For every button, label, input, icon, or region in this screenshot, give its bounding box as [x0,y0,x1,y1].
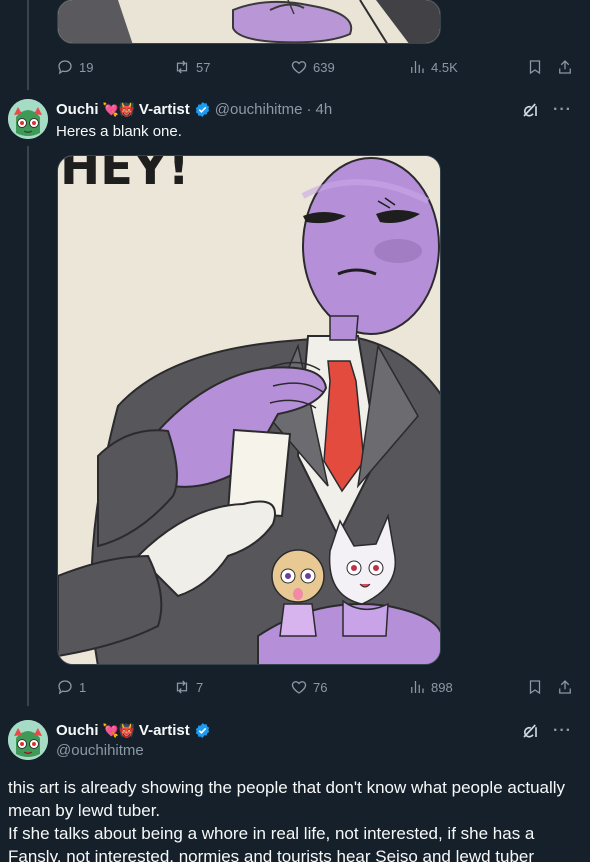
post2-top-actions: ··· [521,101,572,119]
post2-like-button[interactable]: 76 [290,678,327,696]
avatar-illustration [8,720,48,760]
views-icon [411,681,424,693]
post3-text-line-1: this art is already showing the people t… [8,778,566,820]
bookmark-icon [529,60,541,75]
post2-text: Heres a blank one. [56,123,182,140]
share-icon [559,60,571,74]
post2-like-count: 76 [313,679,328,695]
thread-line-middle [27,146,29,706]
post3-top-actions: ··· [521,722,572,740]
post1-reply-button[interactable]: 19 [56,58,93,76]
post1-media-image[interactable] [57,0,441,44]
post2-views-button[interactable]: 898 [408,678,453,696]
thread-line-top [27,0,29,90]
post1-repost-count: 57 [196,59,211,75]
post2-reply-count: 1 [79,679,87,695]
share-icon [559,680,571,694]
post3-text: this art is already showing the people t… [8,776,580,862]
grok-icon[interactable] [521,722,539,740]
post2-more-icon[interactable]: ··· [553,101,572,119]
post1-view-count: 4.5K [431,59,458,75]
post1-action-bar: 19 57 639 4.5K [56,58,576,80]
post1-reply-count: 19 [79,59,94,75]
reply-icon [58,680,72,695]
image-sign-text: HEY! [60,156,190,196]
post1-illustration [58,0,440,43]
post2-illustration: HEY! [58,156,440,664]
post2-repost-count: 7 [196,679,204,695]
post3-display-name[interactable]: Ouchi [56,722,99,739]
post2-bookmark-button[interactable] [526,678,544,696]
post3-handle[interactable]: @ouchihitme [56,742,144,759]
post2-name-suffix[interactable]: V-artist [139,101,190,118]
post3-text-line-2: If she talks about being a whore in real… [8,824,535,862]
post3-avatar[interactable] [8,720,48,760]
post1-bookmark-button[interactable] [526,58,544,76]
post2-media-image[interactable]: HEY! [57,155,441,665]
grok-icon[interactable] [521,101,539,119]
post2-avatar[interactable] [8,99,48,139]
post2-action-bar: 1 7 76 898 [56,678,576,700]
repost-icon [176,680,188,694]
post2-name-emoji: 💘👹 [102,102,135,117]
post1-views-button[interactable]: 4.5K [408,58,458,76]
post2-view-count: 898 [431,679,453,695]
post2-display-name[interactable]: Ouchi [56,101,99,118]
reply-icon [58,60,72,75]
post3-header: Ouchi 💘👹 V-artist [56,722,211,739]
post2-timestamp[interactable]: 4h [316,101,333,118]
post3-more-icon[interactable]: ··· [553,722,572,740]
post2-share-button[interactable] [556,678,574,696]
post1-repost-button[interactable]: 57 [173,58,210,76]
post2-separator: · [306,101,312,118]
bookmark-icon [529,680,541,695]
heart-icon [291,61,307,74]
avatar-illustration [8,99,48,139]
repost-icon [176,60,188,74]
verified-badge-icon [195,723,209,738]
post2-header: Ouchi 💘👹 V-artist @ouchihitme · 4h [56,101,332,118]
post1-like-count: 639 [313,59,335,75]
views-icon [411,61,424,73]
heart-icon [291,681,307,694]
post3-name-suffix[interactable]: V-artist [139,722,190,739]
post2-handle[interactable]: @ouchihitme [215,101,303,118]
post3-handle-row: @ouchihitme [56,742,144,759]
post3-name-emoji: 💘👹 [102,723,135,738]
post2-reply-button[interactable]: 1 [56,678,86,696]
post1-like-button[interactable]: 639 [290,58,335,76]
verified-badge-icon [195,102,209,117]
post1-share-button[interactable] [556,58,574,76]
post2-repost-button[interactable]: 7 [173,678,203,696]
